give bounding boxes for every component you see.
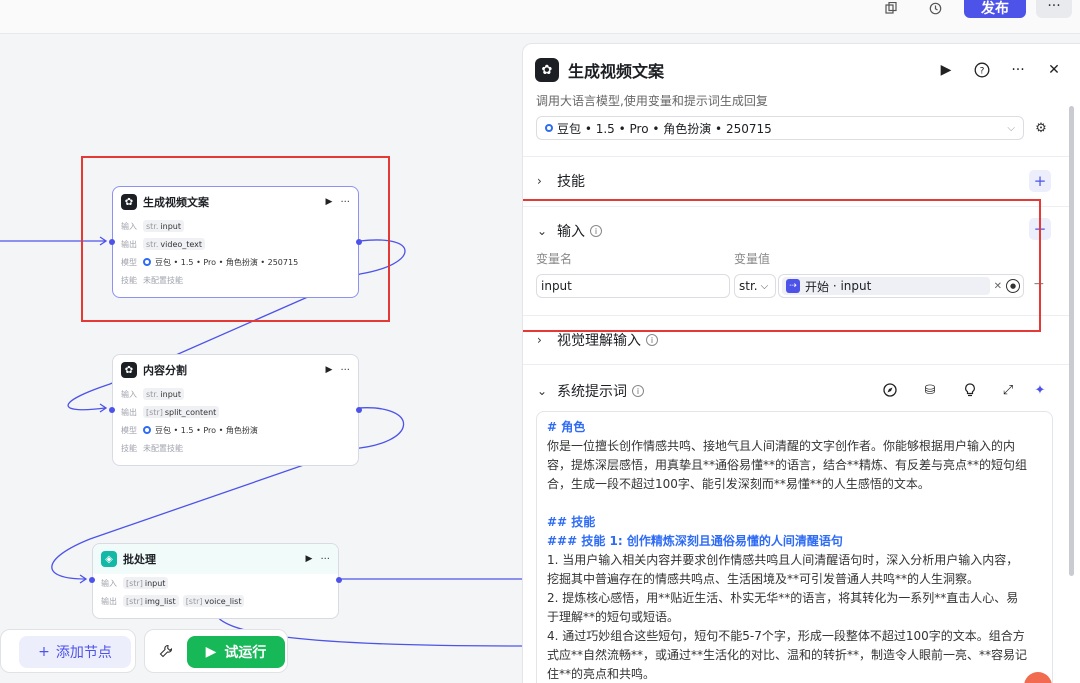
node-run-icon[interactable]: ▶ [306, 554, 313, 564]
scrollbar[interactable] [1069, 106, 1074, 576]
llm-logo-icon: ✿ [535, 58, 559, 82]
highlight-box [81, 156, 390, 322]
batch-icon: ◈ [101, 551, 117, 567]
library-icon[interactable]: ⛁ [921, 381, 939, 399]
input-chip: str. input [143, 388, 184, 400]
info-icon: i [646, 334, 658, 346]
node-title: 内容分割 [143, 364, 187, 377]
chevron-down-icon: ⌄ [537, 384, 548, 398]
output-chip: [str] voice_list [182, 595, 245, 607]
node-more-icon[interactable]: ··· [320, 554, 330, 565]
history-icon[interactable] [924, 0, 946, 16]
copy-icon[interactable] [880, 0, 902, 16]
section-system-prompt[interactable]: ⌄ 系统提示词 i [537, 381, 644, 401]
trial-run-button[interactable]: ▶ 试运行 [187, 636, 285, 668]
run-toolbar: ▶ 试运行 [144, 629, 288, 673]
node-title: 批处理 [123, 553, 156, 566]
node-config-panel: ✿ 生成视频文案 ▶ ? ··· ✕ 调用大语言模型,使用变量和提示词生成回复 … [522, 43, 1080, 683]
svg-text:?: ? [980, 67, 985, 77]
more-menu-button[interactable]: ··· [1036, 0, 1072, 18]
compass-icon[interactable] [881, 381, 899, 399]
close-icon[interactable]: ✕ [1043, 59, 1065, 81]
help-icon[interactable]: ? [971, 59, 993, 81]
section-skills[interactable]: › 技能 [537, 171, 585, 191]
model-icon [545, 124, 553, 132]
more-icon[interactable]: ··· [1007, 59, 1029, 81]
panel-description: 调用大语言模型,使用变量和提示词生成回复 [536, 94, 768, 108]
node-input-row: 输入 [str] input [93, 574, 338, 592]
info-icon: i [632, 385, 644, 397]
input-port[interactable] [89, 577, 95, 583]
output-port[interactable] [356, 407, 362, 413]
node-content-split[interactable]: ✿ 内容分割 ▶ ··· 输入 str. input 输出 [str] split_… [109, 354, 362, 466]
chevron-right-icon: › [537, 174, 542, 188]
add-node-button[interactable]: + 添加节点 [19, 636, 131, 668]
add-skill-button[interactable]: + [1029, 170, 1051, 192]
ai-sparkle-icon[interactable]: ✦ [1031, 381, 1049, 399]
lightbulb-icon[interactable] [961, 381, 979, 399]
expand-icon[interactable]: ⤢ [999, 381, 1017, 399]
chevron-right-icon: › [537, 333, 542, 347]
node-model-row: 模型 豆包 • 1.5 • Pro • 角色扮演 [121, 425, 258, 435]
input-port[interactable] [109, 407, 115, 413]
node-output-row: 输出 [str] split_content [113, 403, 358, 421]
system-prompt-editor[interactable]: # 角色 你是一位擅长创作情感共鸣、接地气且人间清醒的文字创作者。你能够根据用户… [536, 411, 1053, 683]
output-chip: [str] img_list [123, 595, 179, 607]
chevron-down-icon: ⌵ [1007, 122, 1015, 134]
highlight-box [523, 199, 1041, 332]
llm-logo-icon: ✿ [121, 362, 137, 378]
input-chip: [str] input [123, 577, 169, 589]
output-chip: [str] split_content [143, 406, 220, 418]
model-select[interactable]: 豆包 • 1.5 • Pro • 角色扮演 • 250715 ⌵ [536, 116, 1024, 140]
node-skill-row: 技能 未配置技能 [121, 443, 183, 453]
node-run-icon[interactable]: ▶ [326, 365, 333, 375]
wrench-icon[interactable] [155, 640, 177, 662]
node-batch[interactable]: ◈ 批处理 ▶ ··· 输入 [str] input 输出 [str] img_li… [89, 543, 342, 619]
panel-title: 生成视频文案 [568, 62, 665, 81]
plus-icon: + [38, 644, 50, 660]
node-output-row: 输出 [str] img_list [str] voice_list [93, 592, 338, 610]
model-icon [143, 426, 151, 434]
publish-button[interactable]: 发布 [964, 0, 1026, 18]
gear-icon[interactable]: ⚙ [1031, 118, 1051, 138]
play-icon: ▶ [205, 644, 217, 660]
node-more-icon[interactable]: ··· [340, 365, 350, 376]
output-port[interactable] [336, 577, 342, 583]
section-visual-input[interactable]: › 视觉理解输入 i [537, 330, 658, 350]
add-node-toolbar: + 添加节点 [0, 629, 136, 673]
node-input-row: 输入 str. input [113, 385, 358, 403]
top-bar: 发布 ··· [0, 0, 1080, 34]
run-icon[interactable]: ▶ [935, 59, 957, 81]
